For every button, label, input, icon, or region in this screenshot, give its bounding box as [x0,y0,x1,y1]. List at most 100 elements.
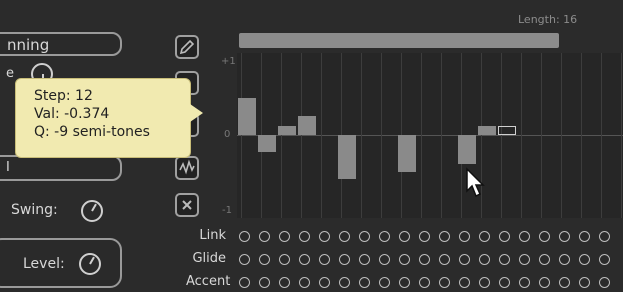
glide-toggle[interactable] [259,254,270,265]
accent-toggle[interactable] [359,277,370,288]
link-toggle[interactable] [239,231,250,242]
step-bar[interactable] [478,126,496,135]
accent-toggle[interactable] [479,277,490,288]
link-toggle[interactable] [259,231,270,242]
accent-toggle[interactable] [259,277,270,288]
step-bar[interactable] [498,126,516,135]
accent-toggle[interactable] [539,277,550,288]
glide-toggle[interactable] [439,254,450,265]
accent-toggle[interactable] [559,277,570,288]
link-toggle[interactable] [459,231,470,242]
grid-line [321,53,322,218]
accent-toggle[interactable] [399,277,410,288]
link-toggle[interactable] [579,231,590,242]
link-toggle[interactable] [279,231,290,242]
glide-toggle[interactable] [459,254,470,265]
clear-icon [182,200,192,210]
link-toggle[interactable] [419,231,430,242]
step-bar[interactable] [398,135,416,172]
grid-line [501,53,502,218]
mode-field[interactable]: nning [0,32,122,56]
step-bar[interactable] [298,116,316,135]
step-bar[interactable] [338,135,356,179]
grid-line [421,53,422,218]
glide-toggle[interactable] [599,254,610,265]
accent-toggle[interactable] [319,277,330,288]
glide-toggle[interactable] [539,254,550,265]
step-bar[interactable] [258,135,276,152]
accent-toggle[interactable] [419,277,430,288]
link-toggle[interactable] [319,231,330,242]
glide-toggle[interactable] [239,254,250,265]
link-toggle[interactable] [379,231,390,242]
glide-toggle[interactable] [559,254,570,265]
glide-toggle[interactable] [479,254,490,265]
randomize-button[interactable] [175,156,199,180]
clear-button[interactable] [175,193,199,217]
link-toggle[interactable] [359,231,370,242]
accent-label: Accent [186,274,231,289]
accent-toggle[interactable] [279,277,290,288]
grid-line [381,53,382,218]
grid-line [241,53,242,218]
glide-toggle[interactable] [339,254,350,265]
grid-line [441,53,442,218]
link-toggle[interactable] [599,231,610,242]
axis-bottom: -1 [222,205,232,216]
field-3-value: I [6,160,10,175]
swing-knob[interactable] [81,200,103,222]
accent-toggle[interactable] [599,277,610,288]
link-toggle[interactable] [399,231,410,242]
accent-toggle[interactable] [339,277,350,288]
link-toggle[interactable] [499,231,510,242]
grid-line [301,53,302,218]
randomize-icon [179,159,195,175]
param-label: e [6,66,14,81]
link-toggle[interactable] [339,231,350,242]
length-slider[interactable] [239,33,559,48]
accent-toggle[interactable] [579,277,590,288]
axis-top: +1 [221,56,236,67]
field-3[interactable]: I [0,155,122,181]
grid-line [601,53,602,218]
glide-label: Glide [192,251,226,266]
grid-line [541,53,542,218]
glide-toggle[interactable] [399,254,410,265]
step-bar[interactable] [278,126,296,135]
link-toggle[interactable] [539,231,550,242]
glide-toggle[interactable] [319,254,330,265]
step-bar[interactable] [458,135,476,164]
accent-toggle[interactable] [459,277,470,288]
accent-toggle[interactable] [239,277,250,288]
pencil-tool-button[interactable] [175,35,199,59]
accent-toggle[interactable] [519,277,530,288]
glide-toggle[interactable] [279,254,290,265]
glide-toggle[interactable] [379,254,390,265]
level-knob[interactable] [79,253,101,275]
glide-toggle[interactable] [419,254,430,265]
link-toggle[interactable] [299,231,310,242]
tooltip-step: Step: 12 [34,88,93,104]
axis-mid: 0 [224,129,231,140]
accent-toggle[interactable] [299,277,310,288]
step-bar[interactable] [238,98,256,135]
accent-toggle[interactable] [379,277,390,288]
link-toggle[interactable] [439,231,450,242]
link-toggle[interactable] [479,231,490,242]
glide-toggle[interactable] [499,254,510,265]
grid-line [361,53,362,218]
level-label: Level: [23,256,65,272]
accent-toggle[interactable] [439,277,450,288]
glide-toggle[interactable] [519,254,530,265]
length-label: Length: 16 [518,13,578,26]
glide-toggle[interactable] [579,254,590,265]
step-grid[interactable] [237,53,623,218]
glide-toggle[interactable] [299,254,310,265]
link-toggle[interactable] [519,231,530,242]
glide-toggle[interactable] [359,254,370,265]
step-tooltip: Step: 12 Val: -0.374 Q: -9 semi-tones [15,78,203,158]
mode-value: nning [7,36,50,54]
tooltip-val: Val: -0.374 [34,106,110,122]
link-toggle[interactable] [559,231,570,242]
accent-toggle[interactable] [499,277,510,288]
